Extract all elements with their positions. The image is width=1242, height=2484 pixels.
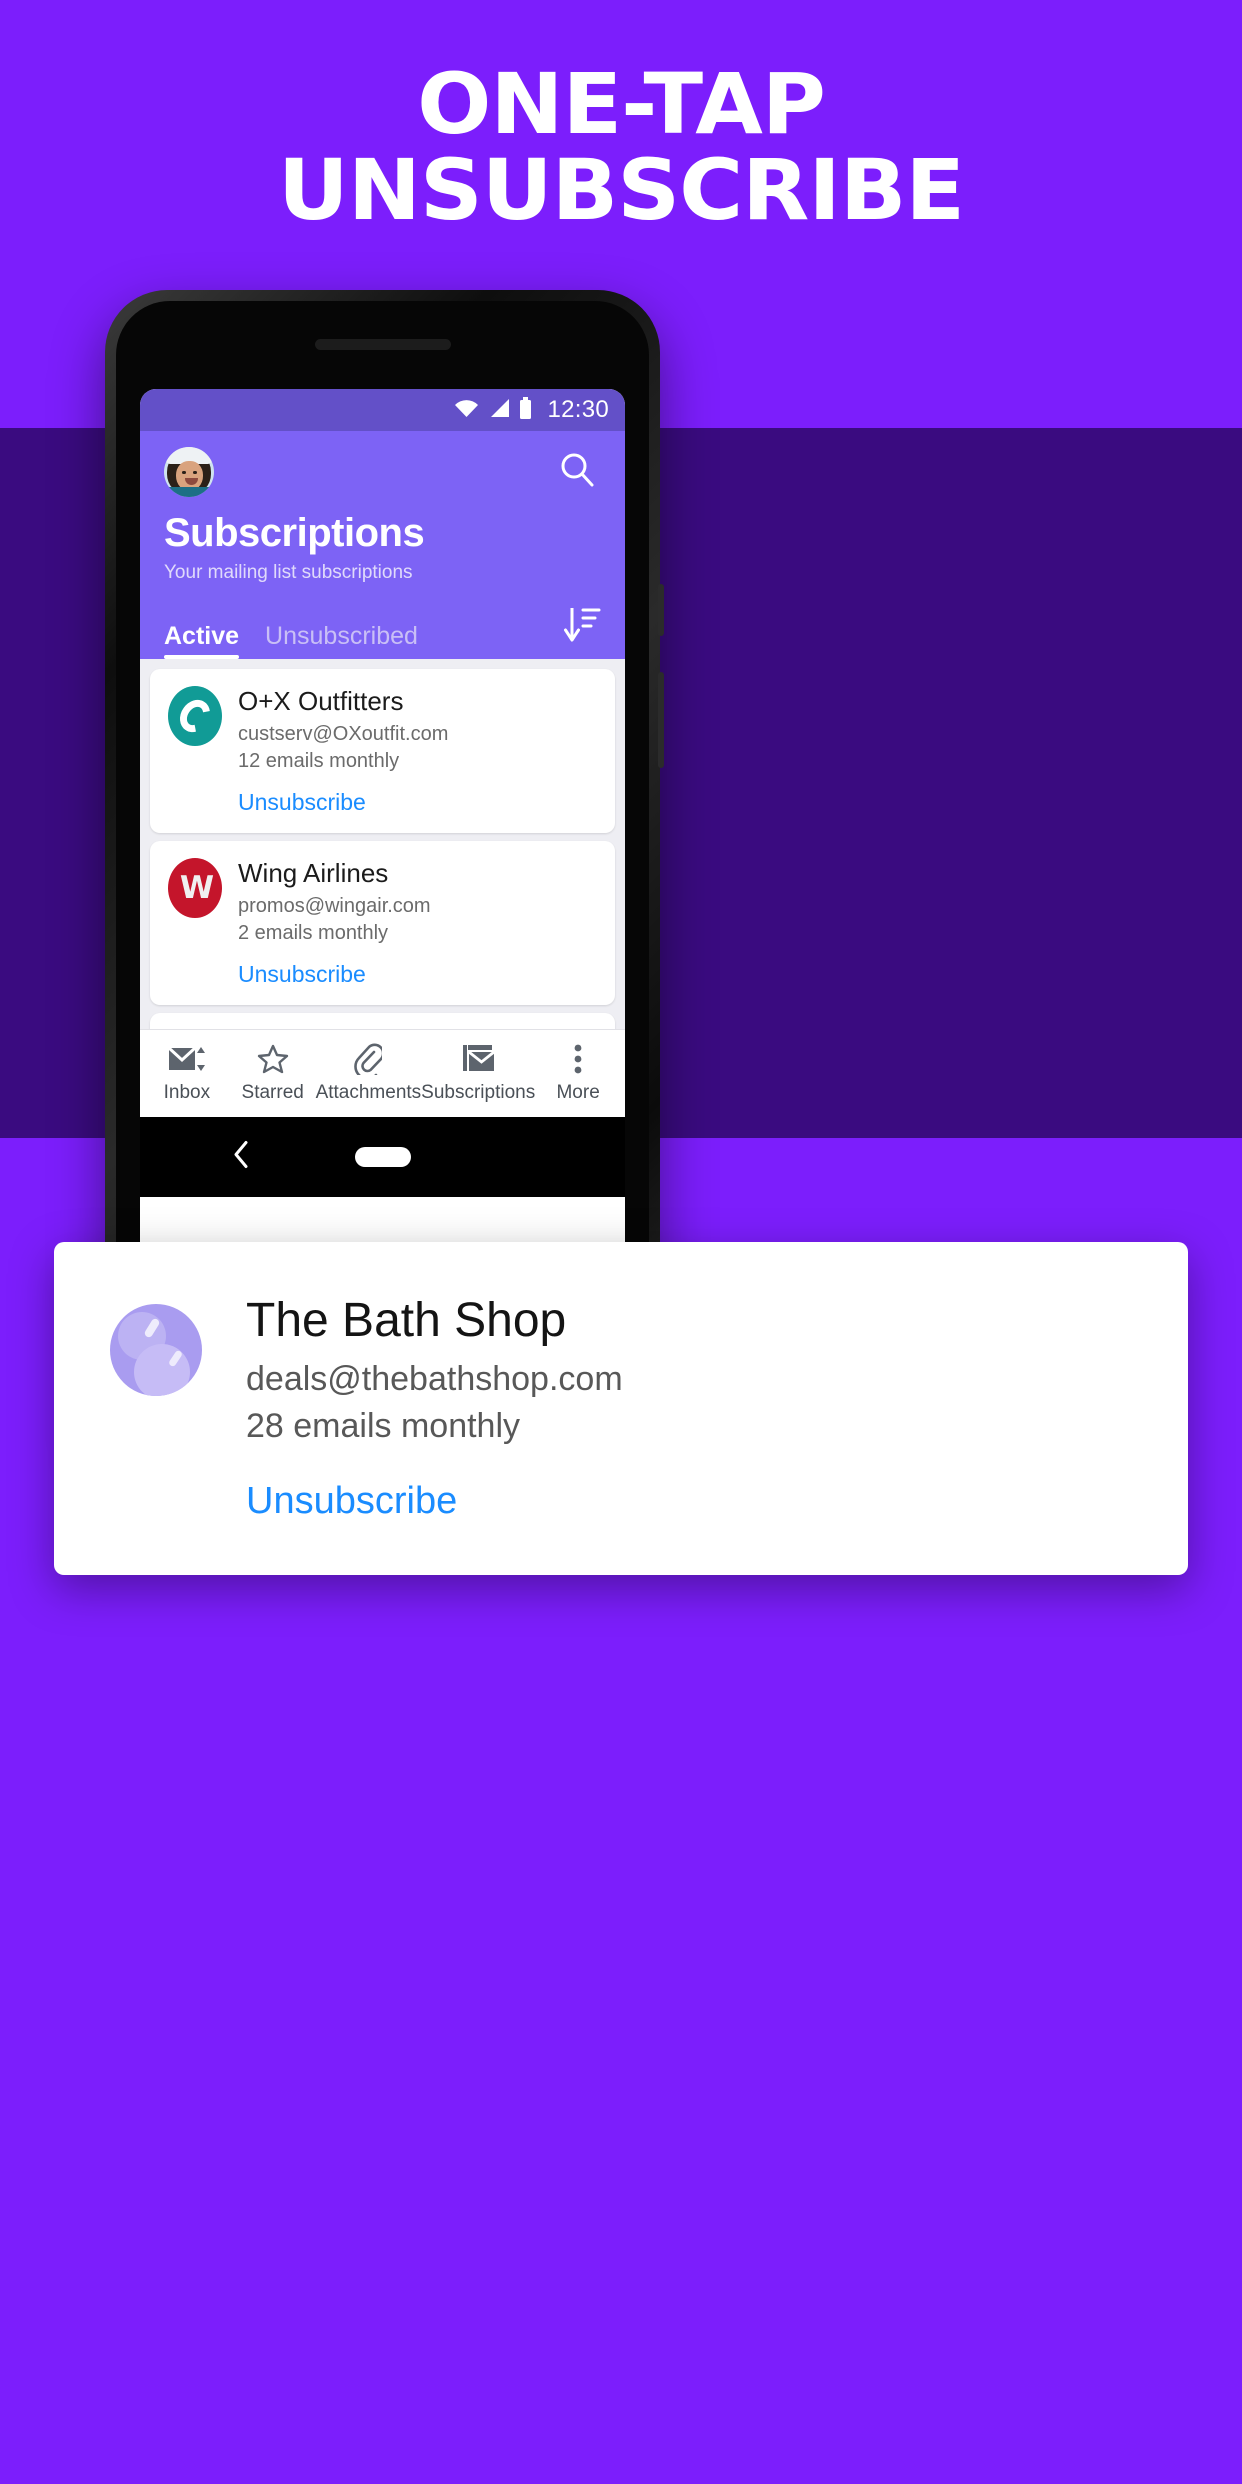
star-icon xyxy=(257,1043,289,1075)
subscriptions-envelope-icon xyxy=(460,1043,496,1075)
nav-label-more: More xyxy=(556,1082,600,1103)
avatar-eye-left xyxy=(182,471,186,474)
status-bar: 12:30 xyxy=(140,389,625,431)
status-bar-time: 12:30 xyxy=(547,396,609,423)
avatar[interactable] xyxy=(164,447,214,497)
back-chevron-icon[interactable] xyxy=(232,1140,250,1175)
unsubscribe-link[interactable]: Unsubscribe xyxy=(238,961,597,988)
tab-active[interactable]: Active xyxy=(164,622,240,659)
phone-side-button-power xyxy=(658,672,664,768)
signal-icon xyxy=(488,398,510,423)
subscription-list[interactable]: O+X Outfitters custserv@OXoutfit.com 12 … xyxy=(140,659,625,1029)
nav-label-starred: Starred xyxy=(241,1082,304,1103)
nav-item-inbox[interactable]: Inbox xyxy=(144,1043,230,1104)
phone-earpiece xyxy=(314,339,451,350)
nav-item-more[interactable]: More xyxy=(535,1043,621,1104)
list-item-frequency: 2 emails monthly xyxy=(238,921,389,944)
tabs-row: Active Unsubscribed xyxy=(140,584,625,659)
featured-card-email: deals@thebathshop.com xyxy=(246,1359,623,1398)
page-title: Subscriptions xyxy=(164,511,425,555)
more-vertical-icon xyxy=(573,1043,583,1075)
home-pill-icon[interactable] xyxy=(354,1147,411,1167)
list-item-info: Wing Airlines promos@wingair.com 2 email… xyxy=(238,858,597,988)
list-item-info: O+X Outfitters custserv@OXoutfit.com 12 … xyxy=(238,686,597,816)
unsubscribe-link[interactable]: Unsubscribe xyxy=(238,789,597,816)
featured-unsubscribe-button[interactable]: Unsubscribe xyxy=(246,1480,1128,1523)
list-item[interactable]: O+X Outfitters custserv@OXoutfit.com 12 … xyxy=(150,669,615,833)
wingairlines-logo: W xyxy=(168,857,222,918)
tab-list: Active Unsubscribed xyxy=(164,622,418,659)
sort-button[interactable] xyxy=(563,604,601,659)
list-item-name: O+X Outfitters xyxy=(238,686,404,716)
inbox-envelope-icon xyxy=(167,1043,207,1075)
nav-label-attachments: Attachments xyxy=(315,1082,422,1103)
wifi-icon xyxy=(454,398,479,423)
bathshop-logo xyxy=(110,1304,202,1396)
nav-item-subscriptions[interactable]: Subscriptions xyxy=(421,1043,535,1104)
title-block: Subscriptions Your mailing list subscrip… xyxy=(140,497,625,584)
list-item[interactable]: W Wing Airlines promos@wingair.com 2 ema… xyxy=(150,840,615,1005)
tab-unsubscribed-label: Unsubscribed xyxy=(265,622,418,650)
list-item[interactable]: Jack's Denim noreply@jacksdenim.com 33 e… xyxy=(150,1012,615,1029)
list-item-email: custserv@OXoutfit.com xyxy=(238,722,449,745)
page-subtitle: Your mailing list subscriptions xyxy=(164,562,413,583)
list-item-frequency: 12 emails monthly xyxy=(238,749,400,772)
avatar-shoulder xyxy=(164,487,214,497)
nav-label-subscriptions: Subscriptions xyxy=(421,1082,536,1103)
featured-subscription-card[interactable]: The Bath Shop deals@thebathshop.com 28 e… xyxy=(54,1242,1188,1575)
nav-item-starred[interactable]: Starred xyxy=(230,1043,316,1104)
paperclip-icon xyxy=(354,1043,383,1075)
headline-line-1: ONE-TAP xyxy=(417,55,826,153)
oxoutfitters-logo xyxy=(168,686,222,746)
nav-label-inbox: Inbox xyxy=(163,1082,211,1103)
tab-active-label: Active xyxy=(164,622,240,650)
avatar-eye-right xyxy=(193,471,197,474)
tab-unsubscribed[interactable]: Unsubscribed xyxy=(265,622,418,659)
app-header: Subscriptions Your mailing list subscrip… xyxy=(140,431,625,659)
list-item-name: Wing Airlines xyxy=(238,857,389,888)
phone-side-button-volume xyxy=(658,584,664,636)
promo-headline: ONE-TAP UNSUBSCRIBE xyxy=(0,55,1242,239)
featured-card-info: The Bath Shop deals@thebathshop.com 28 e… xyxy=(246,1294,1128,1523)
nav-item-attachments[interactable]: Attachments xyxy=(315,1043,422,1104)
search-icon xyxy=(558,451,596,494)
sort-descending-icon xyxy=(563,604,601,649)
android-navigation-bar xyxy=(140,1117,625,1197)
headline-line-2: UNSUBSCRIBE xyxy=(277,140,965,239)
featured-card-frequency: 28 emails monthly xyxy=(246,1406,521,1445)
header-top-row xyxy=(140,431,625,497)
bottom-navigation: Inbox Starred Attachments Subscriptions … xyxy=(140,1029,625,1117)
featured-card-name: The Bath Shop xyxy=(246,1294,567,1347)
list-item-email: promos@wingair.com xyxy=(238,894,431,917)
battery-icon xyxy=(519,396,532,424)
search-button[interactable] xyxy=(553,448,601,496)
